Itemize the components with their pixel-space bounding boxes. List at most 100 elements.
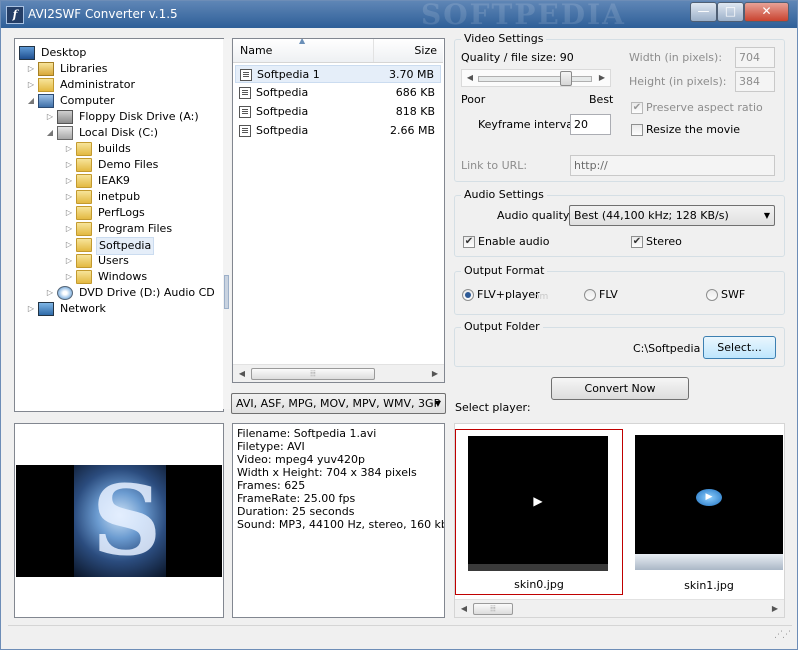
softpedia-watermark: SOFTPEDIA xyxy=(421,0,626,31)
resize-movie-checkbox[interactable] xyxy=(631,124,643,136)
expand-arrow-icon[interactable]: ▷ xyxy=(64,237,74,253)
format-swf-radio[interactable] xyxy=(706,289,718,301)
file-info-framerate: FrameRate: 25.00 fps xyxy=(237,492,356,505)
maximize-button[interactable]: □ xyxy=(717,2,744,22)
keyframe-interval-input[interactable]: 20 xyxy=(570,114,611,135)
scroll-thumb[interactable]: ⦙⦙⦙ xyxy=(473,603,513,615)
expand-arrow-icon[interactable]: ▷ xyxy=(64,189,74,205)
expand-arrow-icon[interactable]: ▷ xyxy=(64,253,74,269)
output-folder-path: C:\Softpedia xyxy=(633,342,701,355)
expand-arrow-icon[interactable]: ▷ xyxy=(45,109,55,125)
tree-item[interactable]: ▷ PerfLogs xyxy=(15,205,223,221)
tree-item[interactable]: ▷ Network xyxy=(15,301,223,317)
scroll-right-icon[interactable]: ▶ xyxy=(427,366,443,382)
video-frame-image: S xyxy=(74,465,166,577)
output-format-group: Output Format FLV+player om FLV SWF xyxy=(454,264,785,315)
file-row[interactable]: Softpedia 2.66 MB xyxy=(235,122,441,140)
format-flv-radio[interactable] xyxy=(584,289,596,301)
player-skin-picker[interactable]: ▶ skin0.jpg ▶ skin1.jpg ◀ ⦙⦙⦙ ▶ xyxy=(454,423,785,618)
expand-arrow-icon[interactable]: ▷ xyxy=(45,285,55,301)
minimize-button[interactable]: — xyxy=(690,2,717,22)
expand-arrow-icon[interactable]: ▷ xyxy=(64,141,74,157)
expand-arrow-icon[interactable]: ▷ xyxy=(64,173,74,189)
preserve-aspect-checkbox[interactable]: ✔ xyxy=(631,102,643,114)
size-column-header[interactable]: Size xyxy=(374,39,443,62)
audio-quality-select[interactable]: Best (44,100 kHz; 128 KB/s) ▼ xyxy=(569,205,775,226)
file-list[interactable]: Name ▲ Size Softpedia 1 3.70 MB Softpedi… xyxy=(232,38,445,383)
name-column-label: Name xyxy=(240,44,273,57)
collapse-arrow-icon[interactable]: ◢ xyxy=(45,125,55,141)
file-row[interactable]: Softpedia 1 3.70 MB xyxy=(235,65,441,83)
expand-arrow-icon[interactable]: ▷ xyxy=(26,61,36,77)
expand-arrow-icon[interactable]: ▷ xyxy=(64,221,74,237)
file-list-hscrollbar[interactable]: ◀ ⦙⦙⦙ ▶ xyxy=(233,364,444,382)
tree-item[interactable]: ▷ Windows xyxy=(15,269,223,285)
folder-icon xyxy=(76,254,92,268)
title-bar[interactable]: f AVI2SWF Converter v.1.5 SOFTPEDIA — □ … xyxy=(1,0,797,31)
link-url-label: Link to URL: xyxy=(461,159,528,172)
tree-item[interactable]: ▷ Demo Files xyxy=(15,157,223,173)
scroll-left-icon[interactable]: ◀ xyxy=(234,366,250,382)
tree-item[interactable]: ▷ Softpedia xyxy=(15,237,223,255)
close-button[interactable]: ✕ xyxy=(744,2,789,22)
expand-arrow-icon[interactable]: ▷ xyxy=(26,77,36,93)
file-info-video: Video: mpeg4 yuv420p xyxy=(237,453,365,466)
file-info-filename: Filename: Softpedia 1.avi xyxy=(237,427,377,440)
quality-slider[interactable]: ◀ ▶ xyxy=(461,69,611,87)
softpedia-logo-image: S xyxy=(92,464,162,577)
slider-left-icon[interactable]: ◀ xyxy=(462,70,478,86)
file-row[interactable]: Softpedia 686 KB xyxy=(235,84,441,102)
audio-settings-title: Audio Settings xyxy=(461,188,547,202)
folder-tree[interactable]: Desktop ▷ Libraries ▷ Administrator ◢ Computer… xyxy=(14,38,224,412)
tree-item[interactable]: ▷ DVD Drive (D:) Audio CD xyxy=(15,285,223,301)
play-icon: ▶ xyxy=(533,494,543,508)
format-flv-player-radio[interactable] xyxy=(462,289,474,301)
tree-item[interactable]: ▷ Users xyxy=(15,253,223,269)
expand-arrow-icon[interactable]: ▷ xyxy=(26,301,36,317)
splitter-grip[interactable] xyxy=(224,275,229,309)
slider-right-icon[interactable]: ▶ xyxy=(594,70,610,86)
tree-item[interactable]: ▷ builds xyxy=(15,141,223,157)
convert-now-button[interactable]: Convert Now xyxy=(551,377,689,400)
file-size: 818 KB xyxy=(395,105,435,118)
scroll-right-icon[interactable]: ▶ xyxy=(767,601,783,617)
tree-item[interactable]: Desktop xyxy=(15,45,223,61)
tree-item[interactable]: ▷ Libraries xyxy=(15,61,223,77)
tree-item[interactable]: ▷ inetpub xyxy=(15,189,223,205)
file-info-panel: Filename: Softpedia 1.avi Filetype: AVI … xyxy=(232,423,445,618)
collapse-arrow-icon[interactable]: ◢ xyxy=(26,93,36,109)
tree-item[interactable]: ▷ Floppy Disk Drive (A:) xyxy=(15,109,223,125)
enable-audio-checkbox[interactable]: ✔ xyxy=(463,236,475,248)
tree-item[interactable]: ◢ Computer xyxy=(15,93,223,109)
quality-slider-thumb[interactable] xyxy=(560,71,573,86)
expand-arrow-icon[interactable]: ▷ xyxy=(64,205,74,221)
width-input[interactable]: 704 xyxy=(735,47,775,68)
skin-1-thumbnail[interactable]: ▶ skin1.jpg xyxy=(625,429,784,595)
output-folder-title: Output Folder xyxy=(461,320,543,334)
stereo-checkbox[interactable]: ✔ xyxy=(631,236,643,248)
splitter-handle[interactable] xyxy=(223,39,231,409)
tree-item-label: Desktop xyxy=(41,46,87,59)
tree-item[interactable]: ◢ Local Disk (C:) xyxy=(15,125,223,141)
scroll-thumb[interactable]: ⦙⦙⦙ xyxy=(251,368,375,380)
skin-0-thumbnail[interactable]: ▶ skin0.jpg xyxy=(455,429,623,595)
skin-picker-hscrollbar[interactable]: ◀ ⦙⦙⦙ ▶ xyxy=(455,599,784,617)
scroll-left-icon[interactable]: ◀ xyxy=(456,601,472,617)
computer-icon xyxy=(38,94,54,108)
expand-arrow-icon[interactable]: ▷ xyxy=(64,269,74,285)
resize-grip-icon[interactable]: ⋰⋰ xyxy=(774,630,791,640)
file-type-filter-select[interactable]: AVI, ASF, MPG, MOV, MPV, WMV, 3GP ▼ xyxy=(231,393,446,414)
expand-arrow-icon[interactable]: ▷ xyxy=(64,157,74,173)
tree-item[interactable]: ▷ IEAK9 xyxy=(15,173,223,189)
tree-item[interactable]: ▷ Program Files xyxy=(15,221,223,237)
height-input[interactable]: 384 xyxy=(735,71,775,92)
tree-item[interactable]: ▷ Administrator xyxy=(15,77,223,93)
name-column-header[interactable]: Name ▲ xyxy=(233,39,374,62)
select-folder-button[interactable]: Select... xyxy=(703,336,776,359)
user-folder-icon xyxy=(38,78,54,92)
skin-1-caption: skin1.jpg xyxy=(684,579,734,592)
player-control-bar xyxy=(468,564,608,571)
file-row[interactable]: Softpedia 818 KB xyxy=(235,103,441,121)
link-url-input[interactable]: http:// xyxy=(570,155,775,176)
folder-icon xyxy=(76,222,92,236)
